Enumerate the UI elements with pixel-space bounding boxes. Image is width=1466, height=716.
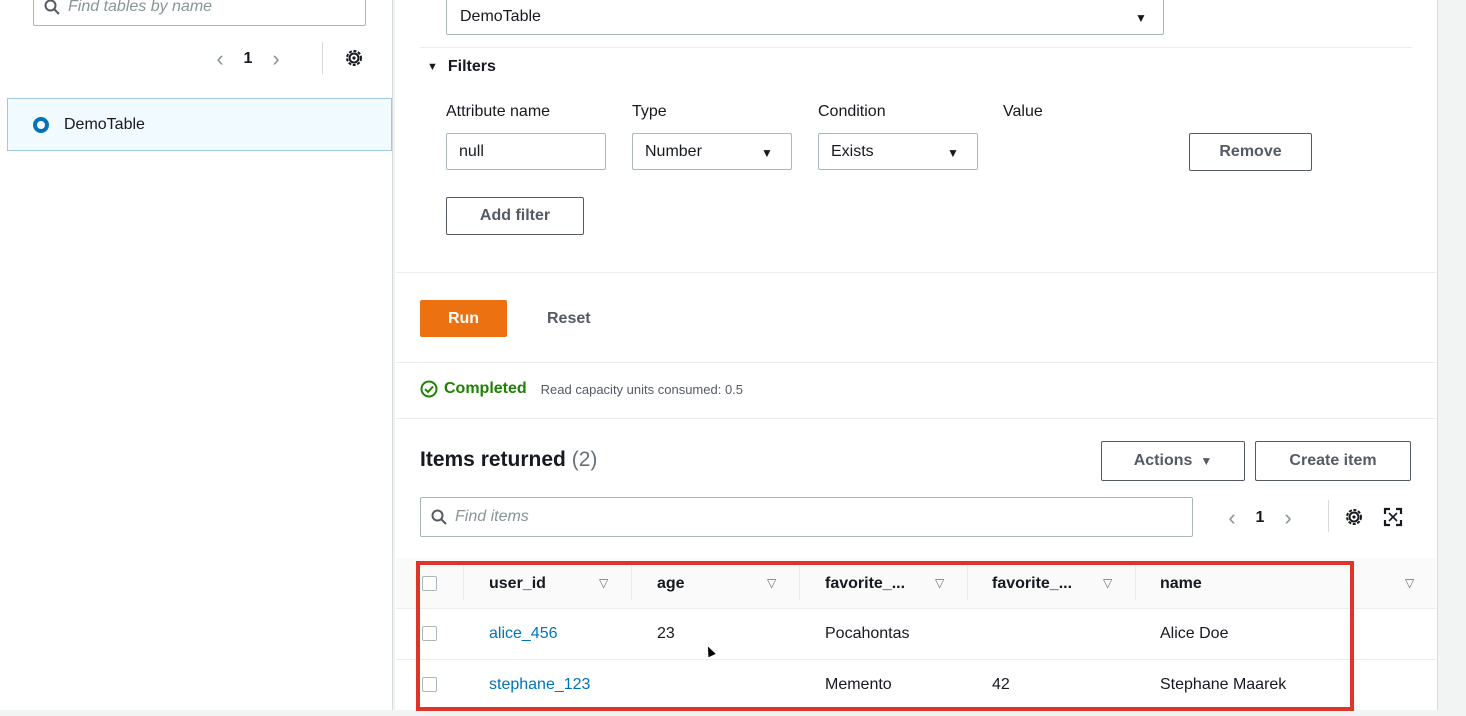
caret-down-icon: ▼ [427,61,438,73]
condition-select[interactable]: Exists ▼ [818,133,978,170]
divider [322,42,323,74]
gear-icon[interactable] [1344,507,1364,527]
caret-down-icon: ▼ [761,146,773,160]
attribute-name-value: null [459,142,484,160]
items-count: (2) [571,448,598,471]
run-button[interactable]: Run [420,300,507,337]
caret-down-icon: ▼ [1200,454,1213,468]
condition-label: Condition [818,103,886,120]
radio-selected-icon [33,116,49,133]
status-indicator: Completed Read capacity units consumed: … [420,380,743,398]
table-select[interactable]: DemoTable ▼ [446,0,1164,35]
table-search-input[interactable]: Find tables by name [33,0,366,26]
search-icon [44,0,60,15]
items-pagination: ‹ 1 › [1222,505,1298,531]
add-filter-button[interactable]: Add filter [446,197,584,235]
search-icon [431,509,447,525]
create-item-button[interactable]: Create item [1255,441,1411,481]
table-select-value: DemoTable [460,7,541,25]
type-select-value: Number [645,142,702,160]
filters-label: Filters [447,58,496,75]
sort-icon[interactable]: ▽ [1405,576,1414,590]
items-page-number[interactable]: 1 [1242,509,1278,527]
gear-icon[interactable] [344,48,364,68]
items-returned-heading: Items returned (2) [420,448,597,472]
sidebar-item-label: DemoTable [64,115,145,133]
caret-down-icon: ▼ [947,146,959,160]
divider [420,47,1412,48]
status-detail: Read capacity units consumed: 0.5 [540,381,744,397]
find-items-placeholder: Find items [455,508,529,525]
fullscreen-icon[interactable] [1383,507,1403,527]
prev-page-icon[interactable]: ‹ [1222,505,1242,531]
sidebar-item-demotable[interactable]: DemoTable [7,98,392,151]
status-text: Completed [444,380,527,397]
caret-down-icon: ▼ [1135,11,1147,25]
highlight-box [416,561,1354,711]
items-returned-title: Items returned [420,448,566,471]
sidebar-page-number[interactable]: 1 [230,50,266,68]
divider [396,362,1436,363]
attribute-name-label: Attribute name [446,103,551,120]
value-label: Value [1003,103,1043,120]
condition-select-value: Exists [831,142,874,160]
divider [396,272,1436,273]
type-select[interactable]: Number ▼ [632,133,792,170]
actions-label: Actions [1133,452,1193,469]
attribute-name-input[interactable]: null [446,133,606,170]
next-page-icon[interactable]: › [1278,505,1298,531]
sidebar-pagination: ‹ 1 › [210,46,286,72]
type-label: Type [632,103,667,120]
actions-button[interactable]: Actions ▼ [1101,441,1245,481]
prev-page-icon[interactable]: ‹ [210,46,230,72]
divider [396,418,1436,419]
check-circle-icon [420,380,438,398]
find-items-input[interactable]: Find items [420,497,1193,537]
divider [1328,500,1329,532]
reset-button[interactable]: Reset [547,310,591,328]
filters-toggle[interactable]: ▼ Filters [427,58,496,76]
remove-filter-button[interactable]: Remove [1189,133,1312,171]
table-search-placeholder: Find tables by name [68,0,213,15]
next-page-icon[interactable]: › [266,46,286,72]
